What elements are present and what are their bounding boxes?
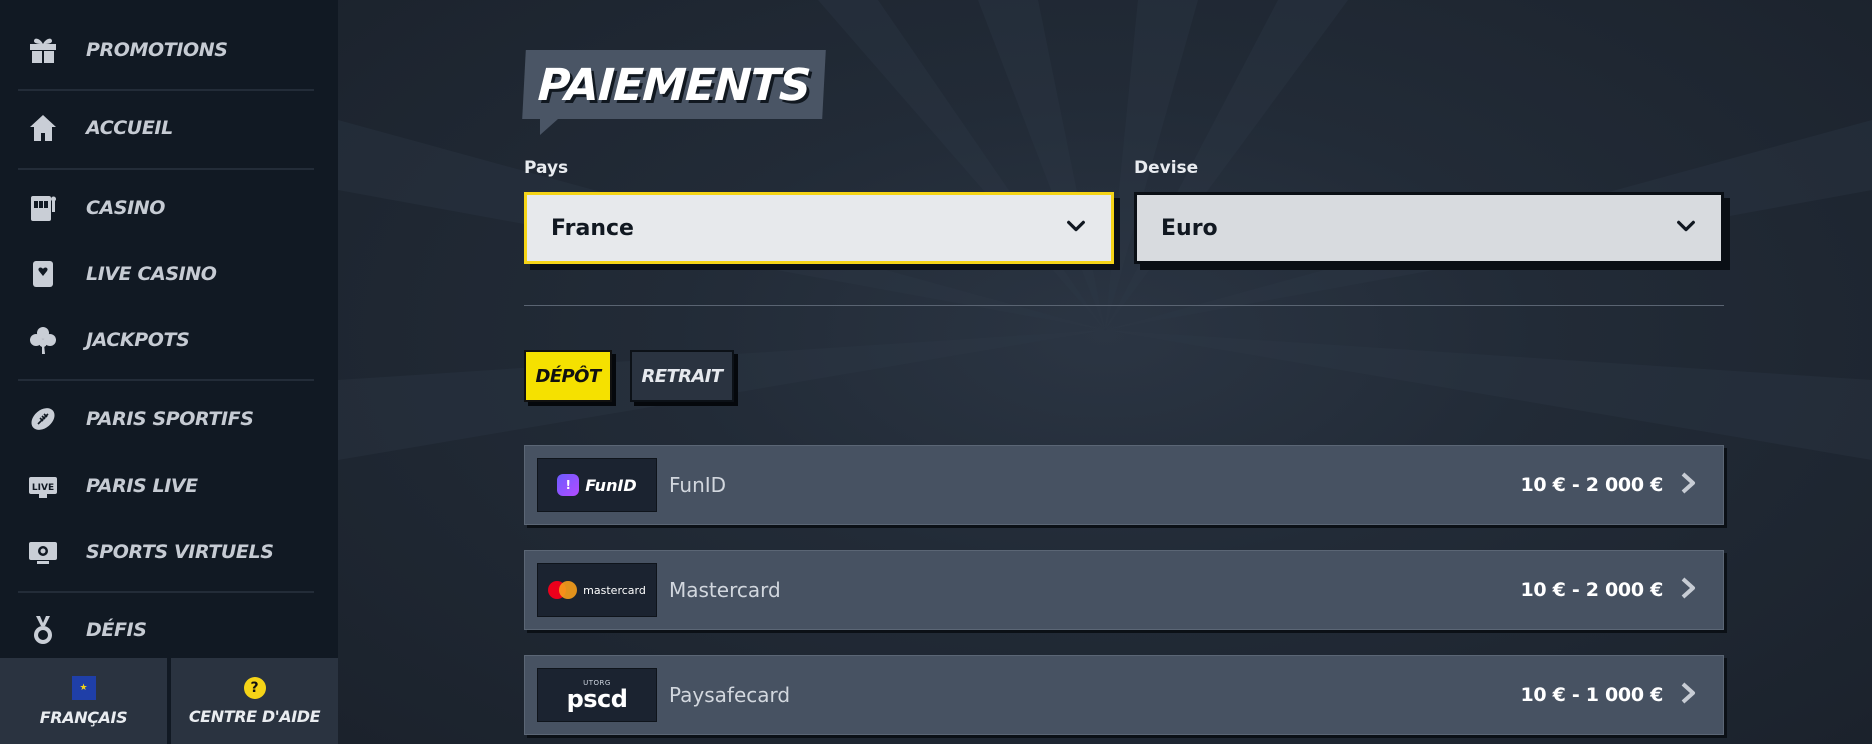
eu-flag-icon: ★ <box>71 675 96 700</box>
sidebar-item-paris-sportifs[interactable]: PARIS SPORTIFS <box>18 391 314 447</box>
payment-method-limits: 10 € - 2 000 € <box>1520 474 1663 496</box>
currency-label: Devise <box>1134 158 1199 178</box>
sidebar-item-label: DÉFIS <box>86 619 147 641</box>
medal-icon <box>18 612 68 648</box>
sidebar-item-paris-live[interactable]: LIVE PARIS LIVE <box>18 458 314 514</box>
payment-method-name: Mastercard <box>669 578 781 602</box>
sidebar-item-jackpots[interactable]: JACKPOTS <box>18 312 314 368</box>
sidebar-item-label: PROMOTIONS <box>86 39 228 61</box>
sidebar: PROMOTIONS ACCUEIL CASINO LIVE CASINO JA… <box>0 0 338 744</box>
sidebar-divider <box>18 591 314 593</box>
sidebar-item-live-casino[interactable]: LIVE CASINO <box>18 246 314 302</box>
sidebar-divider <box>18 89 314 91</box>
funid-mark-icon: ! <box>557 474 580 496</box>
sidebar-divider <box>18 379 314 381</box>
mastercard-logo: mastercard <box>537 563 657 617</box>
help-center-label: CENTRE D'AIDE <box>188 706 321 726</box>
section-divider <box>524 305 1724 306</box>
language-button[interactable]: ★ FRANÇAIS <box>0 658 167 744</box>
sidebar-item-label: LIVE CASINO <box>86 263 217 285</box>
payment-method-limits: 10 € - 1 000 € <box>1520 684 1663 706</box>
help-icon: ? <box>243 676 266 699</box>
sidebar-item-label: ACCUEIL <box>86 117 173 139</box>
sidebar-item-label: JACKPOTS <box>86 329 190 351</box>
sidebar-item-defis[interactable]: DÉFIS <box>18 602 314 658</box>
tab-retrait[interactable]: RETRAIT <box>630 350 734 402</box>
payment-method-limits: 10 € - 2 000 € <box>1520 579 1663 601</box>
paysafecard-logo: UTORG pscd <box>537 668 657 722</box>
mastercard-logo-text: mastercard <box>583 583 646 597</box>
currency-select-value: Euro <box>1161 215 1218 241</box>
payment-method-name: FunID <box>669 473 727 497</box>
sidebar-item-promotions[interactable]: PROMOTIONS <box>18 22 314 78</box>
page-title: PAIEMENTS <box>536 60 812 111</box>
sidebar-item-label: SPORTS VIRTUELS <box>86 541 274 563</box>
payment-method-row-mastercard[interactable]: mastercard Mastercard 10 € - 2 000 € <box>524 550 1724 630</box>
sidebar-item-casino[interactable]: CASINO <box>18 180 314 236</box>
slot-machine-icon <box>18 190 68 226</box>
live-tv-icon: LIVE <box>18 468 68 504</box>
paysafecard-logo-text: pscd <box>566 685 628 713</box>
sidebar-item-sports-virtuels[interactable]: SPORTS VIRTUELS <box>18 524 314 580</box>
mastercard-circles-icon <box>548 581 578 599</box>
payment-method-row-paysafecard[interactable]: UTORG pscd Paysafecard 10 € - 1 000 € <box>524 655 1724 735</box>
chevron-down-icon <box>1675 215 1697 241</box>
sidebar-divider <box>18 168 314 170</box>
sidebar-item-label: PARIS SPORTIFS <box>86 408 254 430</box>
payment-method-row-funid[interactable]: ! FunID FunID 10 € - 2 000 € <box>524 445 1724 525</box>
gift-icon <box>18 32 68 68</box>
funid-logo-text: FunID <box>585 475 637 495</box>
country-select-value: France <box>551 215 634 241</box>
main-content: PAIEMENTS Pays France Devise Euro DÉPÔT … <box>338 0 1872 744</box>
page-title-box: PAIEMENTS <box>522 50 826 119</box>
page-title-banner: PAIEMENTS <box>522 50 826 135</box>
country-label: Pays <box>524 158 569 178</box>
tab-depot[interactable]: DÉPÔT <box>524 350 612 402</box>
home-icon <box>18 110 68 146</box>
chevron-right-icon <box>1679 681 1697 709</box>
sidebar-item-accueil[interactable]: ACCUEIL <box>18 100 314 156</box>
payment-method-name: Paysafecard <box>669 683 791 707</box>
chevron-right-icon <box>1679 471 1697 499</box>
help-center-button[interactable]: ? CENTRE D'AIDE <box>171 658 338 744</box>
chevron-down-icon <box>1065 215 1087 241</box>
currency-select[interactable]: Euro <box>1134 192 1724 264</box>
sidebar-item-label: CASINO <box>86 197 166 219</box>
sidebar-item-label: PARIS LIVE <box>86 475 198 497</box>
sidebar-footer: ★ FRANÇAIS ? CENTRE D'AIDE <box>0 658 338 744</box>
chevron-right-icon <box>1679 576 1697 604</box>
svg-text:LIVE: LIVE <box>32 483 54 493</box>
playing-card-icon <box>18 256 68 292</box>
virtual-sports-icon <box>18 534 68 570</box>
clover-icon <box>18 322 68 358</box>
title-speech-tail <box>540 119 558 135</box>
language-label: FRANÇAIS <box>39 707 128 727</box>
country-select[interactable]: France <box>524 192 1114 264</box>
funid-logo: ! FunID <box>537 458 657 512</box>
football-icon <box>18 401 68 437</box>
